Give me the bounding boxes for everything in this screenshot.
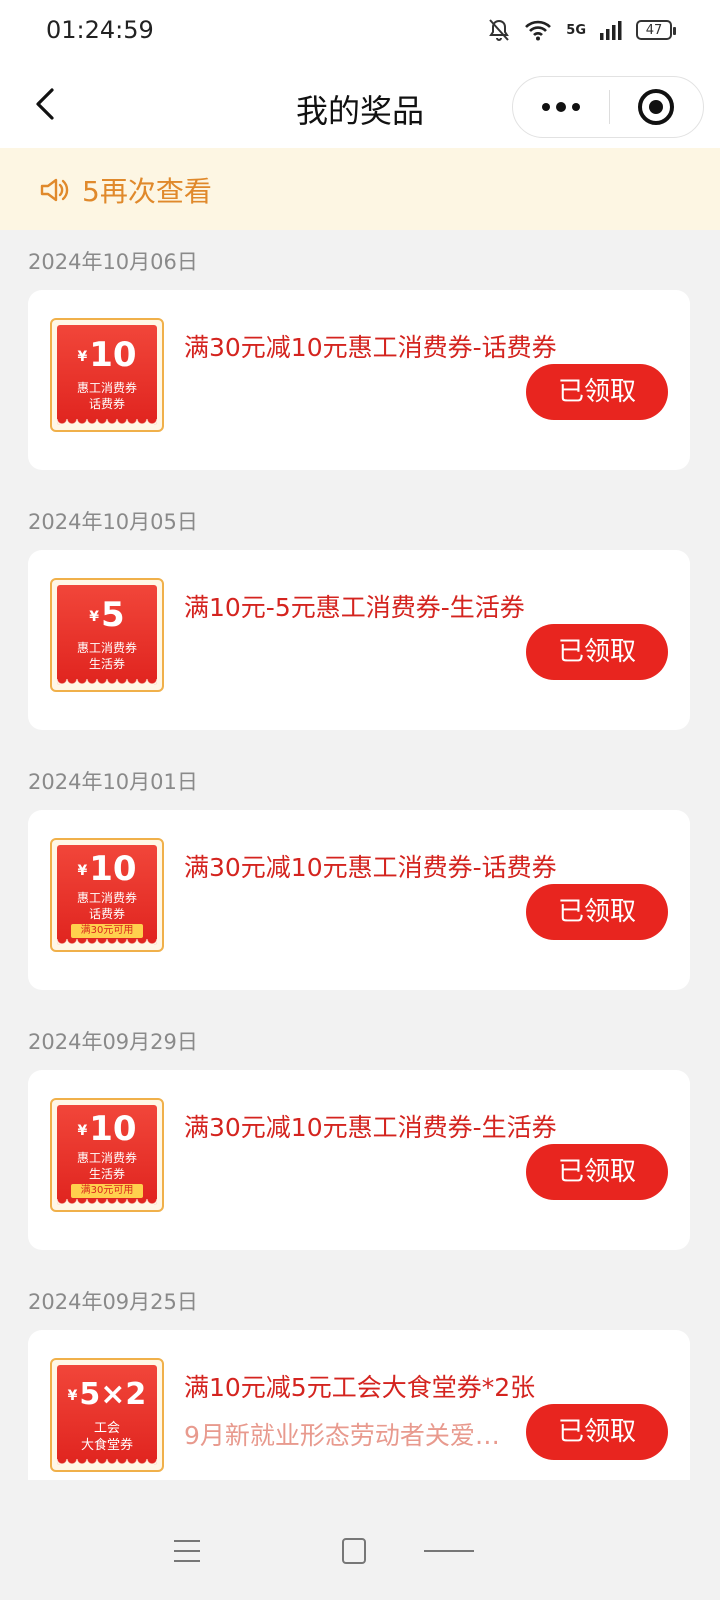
more-dot-icon bbox=[571, 103, 580, 111]
prize-title: 满30元减10元惠工消费券-生活券 bbox=[184, 1113, 557, 1142]
coupon-line1: 惠工消费券 bbox=[76, 641, 137, 655]
battery-icon: 47 bbox=[636, 20, 676, 40]
target-icon bbox=[638, 89, 675, 125]
coupon-line2: 生活券 bbox=[88, 1167, 125, 1181]
close-mini-program-button[interactable] bbox=[610, 76, 704, 138]
coupon-currency: ¥ bbox=[67, 1387, 78, 1404]
home-icon[interactable] bbox=[342, 1538, 366, 1564]
navigation-bar: 我的奖品 bbox=[0, 64, 720, 148]
coupon-line1: 工会 bbox=[93, 1421, 120, 1436]
prize-date: 2024年10月05日 bbox=[28, 510, 198, 534]
speaker-icon bbox=[40, 178, 69, 202]
notice-text: 5再次查看 bbox=[82, 175, 212, 208]
prize-date: 2024年09月29日 bbox=[28, 1030, 198, 1054]
claimed-button[interactable]: 已领取 bbox=[526, 624, 668, 680]
coupon-condition: 满30元可用 bbox=[71, 924, 143, 938]
status-bar: 01:24:59 5G 47 bbox=[0, 0, 720, 64]
more-dot-icon bbox=[555, 102, 566, 112]
prize-title: 满10元-5元惠工消费券-生活券 bbox=[184, 593, 525, 622]
coupon-image: ¥10 惠工消费券 话费券 满30元可用 bbox=[50, 838, 164, 952]
coupon-line1: 惠工消费券 bbox=[76, 1151, 137, 1165]
coupon-currency: ¥ bbox=[89, 608, 100, 625]
coupon-condition: 满30元可用 bbox=[71, 1184, 143, 1198]
system-navigation-bar bbox=[0, 1512, 720, 1600]
coupon-image: ¥5 惠工消费券 生活券 bbox=[50, 578, 164, 692]
coupon-currency: ¥ bbox=[77, 1122, 88, 1139]
prize-subtitle: 9月新就业形态劳动者关爱… bbox=[184, 1421, 500, 1450]
prize-card: ¥10 惠工消费券 生活券 满30元可用 满30元减10元惠工消费券-生活券 已… bbox=[28, 1070, 690, 1250]
prize-card: ¥5×2 工会 大食堂券 满10元减5元工会大食堂券*2张 9月新就业形态劳动者… bbox=[28, 1330, 690, 1480]
prize-title: 满10元减5元工会大食堂券*2张 bbox=[184, 1373, 536, 1402]
more-button[interactable] bbox=[513, 76, 609, 138]
mini-program-capsule bbox=[512, 76, 704, 138]
coupon-image: ¥10 惠工消费券 话费券 bbox=[50, 318, 164, 432]
wifi-icon bbox=[525, 20, 552, 41]
coupon-value: 5×2 bbox=[79, 1377, 147, 1412]
claimed-button[interactable]: 已领取 bbox=[526, 1144, 668, 1200]
prize-date: 2024年09月25日 bbox=[28, 1290, 198, 1314]
status-icons: 5G 47 bbox=[488, 18, 676, 42]
coupon-value: 10 bbox=[89, 1109, 137, 1149]
coupon-image: ¥5×2 工会 大食堂券 bbox=[50, 1358, 164, 1472]
coupon-value: 10 bbox=[89, 335, 137, 375]
coupon-image: ¥10 惠工消费券 生活券 满30元可用 bbox=[50, 1098, 164, 1212]
claimed-button[interactable]: 已领取 bbox=[526, 884, 668, 940]
prize-card: ¥10 惠工消费券 话费券 满30元可用 满30元减10元惠工消费券-话费券 已… bbox=[28, 810, 690, 990]
network-type: 5G bbox=[566, 22, 586, 38]
prize-card: ¥10 惠工消费券 话费券 满30元减10元惠工消费券-话费券 已领取 bbox=[28, 290, 690, 470]
claimed-button[interactable]: 已领取 bbox=[526, 1404, 668, 1460]
prize-title: 满30元减10元惠工消费券-话费券 bbox=[184, 333, 557, 362]
back-gesture-icon[interactable] bbox=[424, 1550, 474, 1552]
prize-date: 2024年10月01日 bbox=[28, 770, 198, 794]
coupon-value: 5 bbox=[101, 595, 125, 635]
prize-title: 满30元减10元惠工消费券-话费券 bbox=[184, 853, 557, 882]
prize-card: ¥5 惠工消费券 生活券 满10元-5元惠工消费券-生活券 已领取 bbox=[28, 550, 690, 730]
claimed-button[interactable]: 已领取 bbox=[526, 364, 668, 420]
coupon-currency: ¥ bbox=[77, 348, 88, 365]
prize-date: 2024年10月06日 bbox=[28, 250, 198, 274]
more-dot-icon bbox=[541, 103, 550, 111]
coupon-line2: 话费券 bbox=[88, 397, 125, 411]
coupon-line2: 生活券 bbox=[88, 657, 125, 671]
coupon-value: 10 bbox=[89, 849, 137, 889]
signal-icon bbox=[600, 21, 622, 40]
coupon-line1: 惠工消费券 bbox=[76, 381, 137, 395]
mute-bell-icon bbox=[489, 19, 510, 41]
notice-bar: 5再次查看 bbox=[0, 148, 720, 230]
coupon-line2: 大食堂券 bbox=[80, 1438, 133, 1453]
coupon-currency: ¥ bbox=[77, 862, 88, 879]
menu-icon[interactable] bbox=[174, 1540, 200, 1562]
coupon-line1: 惠工消费券 bbox=[76, 891, 137, 905]
coupon-line2: 话费券 bbox=[88, 907, 125, 921]
status-time: 01:24:59 bbox=[46, 16, 154, 44]
